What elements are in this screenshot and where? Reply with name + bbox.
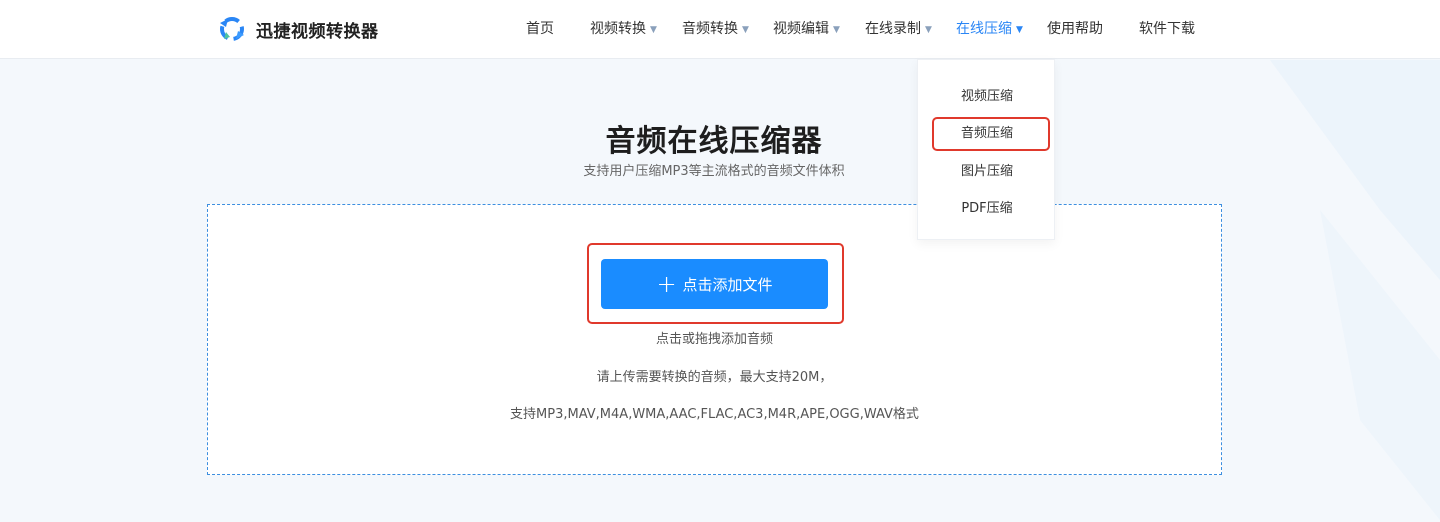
dropdown-item-video-compress[interactable]: 视频压缩 bbox=[918, 81, 1056, 113]
nav-download[interactable]: 软件下载 bbox=[1139, 0, 1195, 59]
dropdown-item-image-compress[interactable]: 图片压缩 bbox=[918, 156, 1056, 188]
plus-icon: + bbox=[656, 270, 677, 298]
dropdown-item-pdf-compress[interactable]: PDF压缩 bbox=[918, 193, 1056, 225]
nav-audio-convert[interactable]: 音频转换 ▼ bbox=[682, 0, 749, 59]
page-title: 音频在线压缩器 bbox=[605, 124, 823, 159]
chevron-down-icon: ▼ bbox=[650, 25, 657, 35]
size-hint: 请上传需要转换的音频，最大支持20M， bbox=[596, 370, 833, 385]
add-file-button[interactable]: + 点击添加文件 bbox=[601, 259, 828, 309]
chevron-down-icon: ▼ bbox=[742, 25, 749, 35]
format-hint: 支持MP3,MAV,M4A,WMA,AAC,FLAC,AC3,M4R,APE,O… bbox=[510, 407, 919, 422]
nav-online-record[interactable]: 在线录制 ▼ bbox=[865, 0, 932, 59]
nav-home[interactable]: 首页 bbox=[526, 0, 554, 59]
drag-hint: 点击或拖拽添加音频 bbox=[655, 332, 773, 347]
audio-compress-highlight bbox=[932, 117, 1050, 151]
chevron-down-icon: ▼ bbox=[925, 25, 932, 35]
page-subtitle: 支持用户压缩MP3等主流格式的音频文件体积 bbox=[583, 164, 845, 179]
chevron-down-icon: ▼ bbox=[1016, 25, 1023, 35]
main-nav: 首页 视频转换 ▼ 音频转换 ▼ 视频编辑 ▼ 在线录制 ▼ 在线压缩 ▼ 使用帮助 软件… bbox=[0, 0, 1440, 59]
add-file-label: 点击添加文件 bbox=[682, 275, 773, 294]
chevron-down-icon: ▼ bbox=[833, 25, 840, 35]
top-header: 迅捷视频转换器 首页 视频转换 ▼ 音频转换 ▼ 视频编辑 ▼ 在线录制 ▼ 在线压缩 ▼… bbox=[0, 0, 1440, 59]
nav-help[interactable]: 使用帮助 bbox=[1047, 0, 1103, 59]
nav-video-convert[interactable]: 视频转换 ▼ bbox=[590, 0, 657, 59]
nav-online-compress[interactable]: 在线压缩 ▼ bbox=[956, 0, 1023, 59]
nav-video-edit[interactable]: 视频编辑 ▼ bbox=[773, 0, 840, 59]
